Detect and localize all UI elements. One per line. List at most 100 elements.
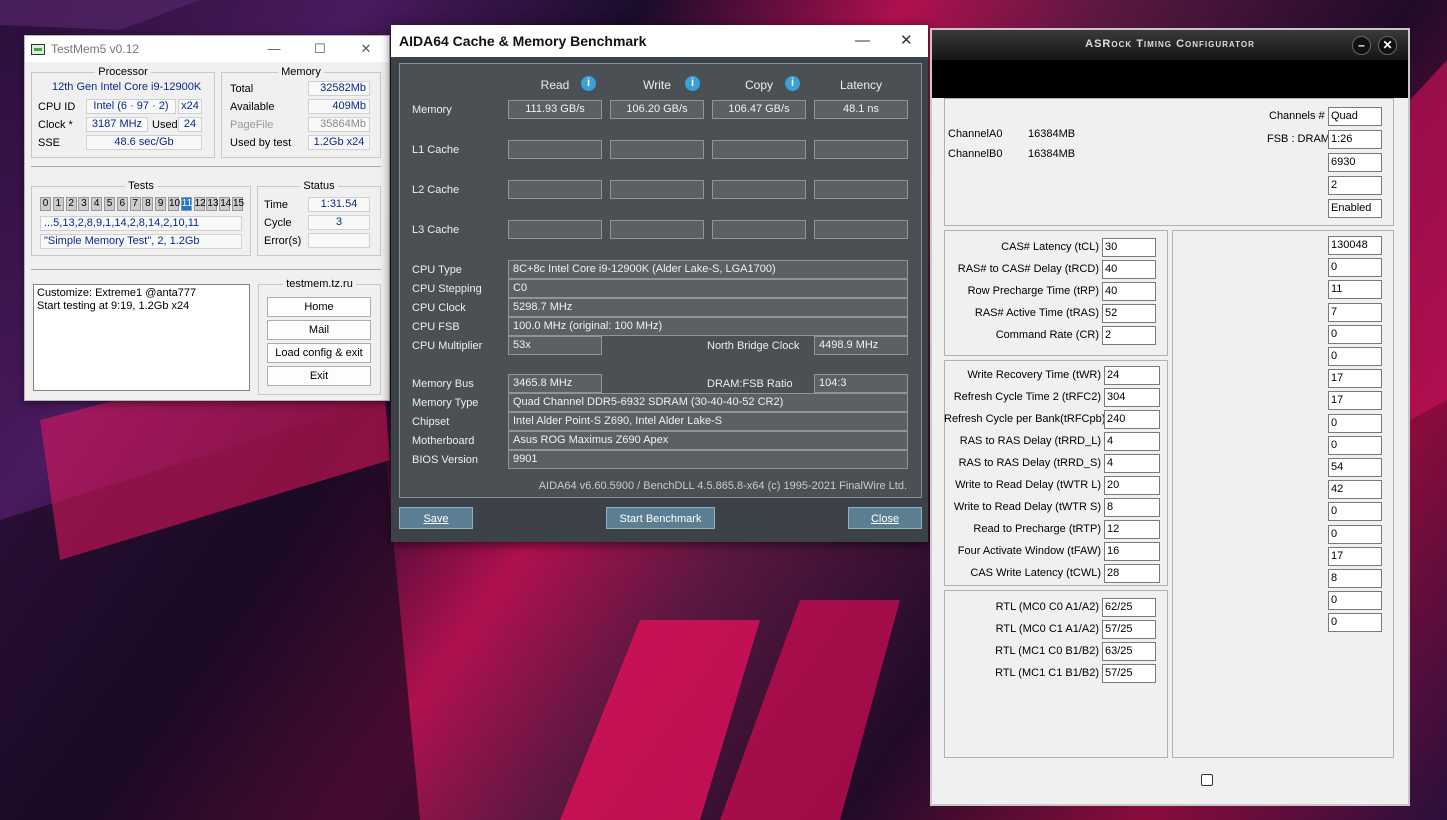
cycle-value: 3 [308, 215, 370, 230]
secondary-timing-field[interactable]: 4 [1104, 454, 1160, 473]
window-title: TestMem5 v0.12 [51, 42, 140, 56]
secondary-timing-field[interactable]: 16 [1104, 542, 1160, 561]
extra-timing-field[interactable]: 0 [1328, 502, 1382, 522]
close-button[interactable]: ✕ [1378, 36, 1397, 55]
divider [31, 269, 381, 270]
extra-timing-field[interactable]: 7 [1328, 302, 1382, 322]
mem-bus-label: Memory Bus [412, 378, 474, 390]
l3-copy [712, 220, 806, 239]
time-value: 1:31.54 [308, 197, 370, 212]
extra-timing-field[interactable]: 17 [1328, 369, 1382, 389]
primary-timing-field[interactable]: 40 [1102, 260, 1156, 279]
extra-timing-field[interactable]: 0 [1328, 524, 1382, 544]
cpu-mult-label: CPU Multiplier [412, 340, 483, 352]
fsb-dram-field[interactable]: 1:26 [1328, 130, 1382, 149]
test-number: 4 [91, 197, 103, 211]
log-line: Customize: Extreme1 @anta777 [37, 287, 197, 299]
secondary-timing-label: Read to Precharge (tRTP) [973, 523, 1101, 535]
tests-group: Tests 0 1 2 3 4 5 6 7 8 9 10 11 12 13 14 15 ...5,13,2,8… [31, 180, 251, 256]
log-line: Start testing at 9:19, 1.2Gb x24 [37, 300, 190, 312]
maximize-button[interactable]: ☐ [297, 41, 343, 57]
minimize-button[interactable]: — [251, 41, 297, 57]
secondary-timing-field[interactable]: 8 [1104, 498, 1160, 517]
cpu-name: 12th Gen Intel Core i9-12900K [52, 81, 202, 93]
test-number: 12 [193, 197, 206, 211]
extra-timing-field[interactable]: 0 [1328, 591, 1382, 611]
secondary-timing-field[interactable]: 28 [1104, 564, 1160, 583]
save-button-label: Save [423, 513, 449, 525]
cpu-stepping-label: CPU Stepping [412, 283, 482, 295]
enabled-field[interactable]: Enabled [1328, 199, 1382, 218]
total-value: 32582Mb [308, 81, 370, 96]
timing-body: ChannelA0 16384MB ChannelB0 16384MB Chan… [932, 60, 1408, 804]
close-button[interactable]: ✕ [343, 41, 389, 57]
extra-timing-field[interactable]: 17 [1328, 546, 1382, 566]
secondary-timing-field[interactable]: 240 [1104, 410, 1160, 429]
close-button-label: Close [870, 513, 900, 525]
test-number: 15 [232, 197, 245, 211]
l1-read [508, 140, 602, 159]
extra-timing-field[interactable]: 54 [1328, 458, 1382, 477]
channel-section [944, 98, 1394, 226]
fsb-dram-label: FSB : DRAM [1267, 133, 1330, 145]
copy-info-icon[interactable]: i [785, 76, 800, 91]
secondary-timing-field[interactable]: 4 [1104, 432, 1160, 451]
dram-frequency-field[interactable]: 6930 [1328, 153, 1382, 172]
close-button[interactable]: ✕ [900, 25, 913, 57]
exit-button[interactable]: Exit [267, 366, 371, 386]
secondary-timing-field[interactable]: 24 [1104, 366, 1160, 385]
clock-value: 3187 MHz [86, 117, 148, 132]
rtl-timing-label: RTL (MC1 C1 B1/B2) [995, 667, 1099, 679]
channels-field[interactable]: Quad [1328, 107, 1382, 126]
test-sequence: ...5,13,2,8,9,1,14,2,8,14,2,10,11 [40, 216, 242, 231]
gear-field[interactable]: 2 [1328, 176, 1382, 195]
extra-timing-field[interactable]: 42 [1328, 480, 1382, 500]
primary-timing-field[interactable]: 52 [1102, 304, 1156, 323]
cpu-clock-value: 5298.7 MHz [508, 298, 908, 317]
rtl-timing-field[interactable]: 62/25 [1102, 598, 1156, 617]
extra-timing-field[interactable]: 130048 [1328, 236, 1382, 255]
extra-timing-field[interactable]: 0 [1328, 613, 1382, 633]
extra-timing-field[interactable]: 0 [1328, 324, 1382, 344]
home-button[interactable]: Home [267, 297, 371, 317]
minimize-button[interactable]: – [1352, 36, 1371, 55]
primary-timing-field[interactable]: 2 [1102, 326, 1156, 345]
read-info-icon[interactable]: i [581, 76, 596, 91]
extra-timing-field[interactable]: 11 [1328, 280, 1382, 300]
extra-timing-field[interactable]: 17 [1328, 391, 1382, 411]
cycle-label: Cycle [264, 217, 292, 229]
nb-clock-label: North Bridge Clock [707, 340, 800, 352]
start-benchmark-button[interactable]: Start Benchmark [606, 507, 715, 529]
mail-button[interactable]: Mail [267, 320, 371, 340]
extra-timing-field[interactable]: 0 [1328, 347, 1382, 366]
extra-timing-field[interactable]: 0 [1328, 258, 1382, 278]
secondary-timing-label: Write Recovery Time (tWR) [967, 369, 1101, 381]
secondary-timing-field[interactable]: 304 [1104, 388, 1160, 407]
apply-checkbox[interactable] [1201, 774, 1213, 786]
rtl-timing-field[interactable]: 57/25 [1102, 664, 1156, 683]
time-label: Time [264, 199, 289, 211]
extra-timing-field[interactable]: 0 [1328, 435, 1382, 455]
close-dialog-button[interactable]: Close [848, 507, 922, 529]
primary-timing-field[interactable]: 30 [1102, 238, 1156, 257]
primary-timing-field[interactable]: 40 [1102, 282, 1156, 301]
rtl-timing-field[interactable]: 63/25 [1102, 642, 1156, 661]
log-area[interactable]: Customize: Extreme1 @anta777 Start testi… [33, 284, 250, 391]
secondary-timing-field[interactable]: 12 [1104, 520, 1160, 539]
save-button[interactable]: Save [399, 507, 473, 529]
extra-timing-field[interactable]: 0 [1328, 413, 1382, 433]
write-info-icon[interactable]: i [685, 76, 700, 91]
cpu-stepping-value: C0 [508, 279, 908, 298]
rtl-timing-field[interactable]: 57/25 [1102, 620, 1156, 639]
extra-timing-field[interactable]: 8 [1328, 569, 1382, 588]
bios-label: BIOS Version [412, 454, 479, 466]
test-numbers: 0 1 2 3 4 5 6 7 8 9 10 11 12 13 14 15 [40, 197, 250, 212]
clock-label: Clock * [38, 119, 73, 131]
secondary-timing-field[interactable]: 20 [1104, 476, 1160, 495]
test-number: 2 [65, 197, 77, 211]
load-config-button[interactable]: Load config & exit [267, 343, 371, 363]
test-number: 11 [180, 197, 193, 211]
benchmark-panel: Read i Write i Copy i Latency Memory 111… [399, 63, 922, 498]
minimize-button[interactable]: — [855, 25, 870, 57]
processor-heading: Processor [95, 66, 151, 78]
